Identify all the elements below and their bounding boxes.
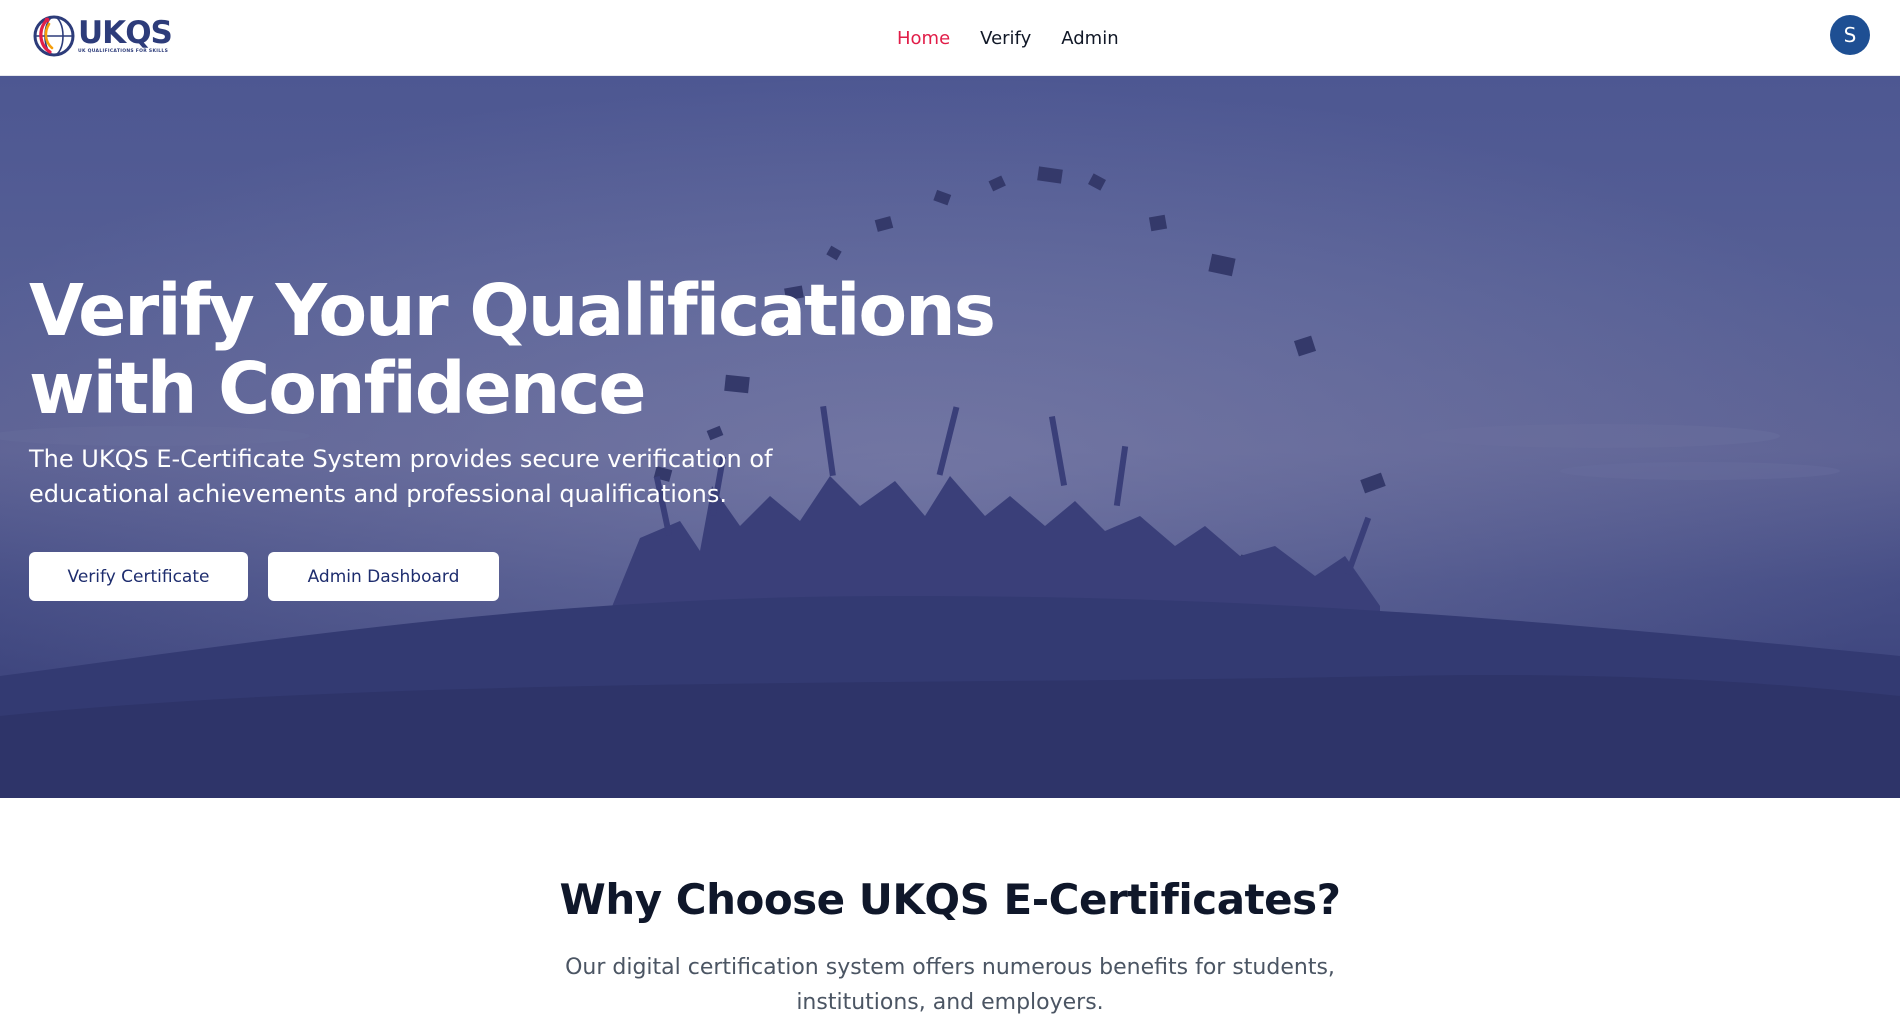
user-avatar[interactable]: S bbox=[1830, 15, 1870, 55]
ukqs-logo[interactable]: UKQS UK QUALIFICATIONS FOR SKILLS bbox=[32, 14, 173, 58]
features-subtitle: Our digital certification system offers … bbox=[565, 955, 1335, 1015]
site-header: UKQS UK QUALIFICATIONS FOR SKILLS Home V… bbox=[0, 0, 1900, 76]
admin-dashboard-button[interactable]: Admin Dashboard bbox=[268, 552, 499, 601]
main-nav: Home Verify Admin bbox=[897, 0, 1119, 76]
logo-tagline: UK QUALIFICATIONS FOR SKILLS bbox=[78, 48, 169, 54]
logo-wordmark: UKQS bbox=[78, 14, 173, 51]
nav-home[interactable]: Home bbox=[897, 28, 950, 49]
nav-admin[interactable]: Admin bbox=[1061, 28, 1118, 49]
hero-title: Verify Your Qualifications with Confiden… bbox=[29, 269, 996, 430]
hero-subtitle: The UKQS E-Certificate System provides s… bbox=[29, 445, 773, 508]
features-heading: Why Choose UKQS E-Certificates? bbox=[559, 875, 1341, 924]
hero-section: Verify Your Qualifications with Confiden… bbox=[0, 76, 1900, 798]
graduates-background-image bbox=[0, 76, 1900, 798]
globe-logo-icon bbox=[33, 15, 75, 57]
verify-certificate-button[interactable]: Verify Certificate bbox=[29, 552, 248, 601]
nav-verify[interactable]: Verify bbox=[980, 28, 1031, 49]
